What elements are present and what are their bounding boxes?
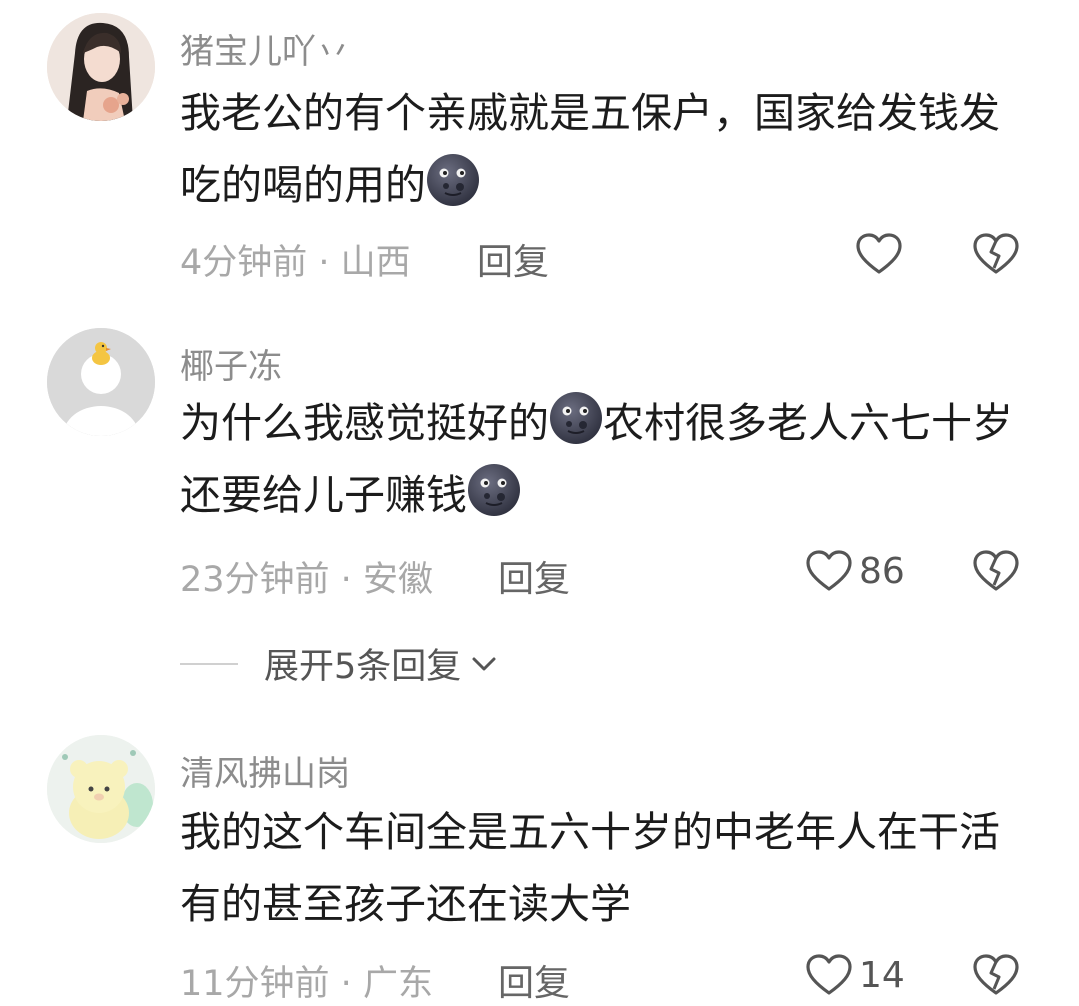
- comment-location: 山西: [340, 243, 411, 283]
- like-button[interactable]: [855, 232, 909, 276]
- comment-meta: 4分钟前 · 山西: [180, 234, 411, 285]
- dislike-button[interactable]: [972, 232, 1020, 280]
- comment-meta: 23分钟前 · 安徽: [180, 551, 433, 602]
- expand-replies-label: 展开5条回复: [264, 647, 462, 687]
- like-button[interactable]: 86: [805, 549, 905, 593]
- broken-heart-icon: [972, 549, 1020, 593]
- expand-divider: [180, 662, 238, 665]
- broken-heart-icon: [972, 232, 1020, 276]
- expand-replies-button[interactable]: 展开5条回复: [180, 638, 499, 689]
- comment-username[interactable]: 清风拂山岗: [180, 746, 350, 795]
- meta-separator: ·: [329, 964, 363, 1004]
- comment-username[interactable]: 猪宝儿吖丷: [180, 24, 350, 73]
- heart-outline-icon: [805, 953, 853, 997]
- meta-separator: ·: [307, 243, 341, 283]
- avatar[interactable]: [47, 328, 155, 436]
- reply-button[interactable]: 回复: [477, 233, 549, 285]
- broken-heart-icon: [972, 953, 1020, 997]
- comment-text-part: 我老公的有个亲戚就是五保户，国家给发钱发吃的喝的用的: [180, 89, 1000, 209]
- comment-meta: 11分钟前 · 广东: [180, 955, 433, 1006]
- reply-button[interactable]: 回复: [498, 954, 570, 1006]
- avatar[interactable]: [47, 735, 155, 843]
- new-moon-face-emoji: [467, 463, 521, 517]
- comment-text-part: 为什么我感觉挺好的: [180, 399, 549, 447]
- dislike-button[interactable]: [972, 549, 1020, 597]
- comment-time: 4分钟前: [180, 243, 308, 283]
- comment-text: 我的这个车间全是五六十岁的中老年人在干活 有的甚至孩子还在读大学: [180, 808, 1000, 928]
- comment-location: 安徽: [362, 560, 433, 600]
- comment-text: 为什么我感觉挺好的 农村很多老人六七十岁还要给儿子赚钱: [180, 387, 1020, 531]
- meta-separator: ·: [329, 560, 363, 600]
- like-count: 86: [859, 550, 905, 592]
- chevron-down-icon: [472, 657, 496, 670]
- comment-time: 23分钟前: [180, 560, 330, 600]
- dislike-button[interactable]: [972, 953, 1020, 1001]
- comment-text: 我老公的有个亲戚就是五保户，国家给发钱发吃的喝的用的: [180, 77, 1020, 221]
- new-moon-face-emoji: [549, 391, 603, 445]
- avatar[interactable]: [47, 13, 155, 121]
- comment-location: 广东: [362, 964, 433, 1004]
- comment-time: 11分钟前: [180, 964, 330, 1004]
- heart-outline-icon: [805, 549, 853, 593]
- like-count: 14: [859, 954, 905, 996]
- comment-username[interactable]: 椰子冻: [180, 339, 282, 388]
- reply-button[interactable]: 回复: [498, 550, 570, 602]
- new-moon-face-emoji: [426, 153, 480, 207]
- like-button[interactable]: 14: [805, 953, 905, 997]
- heart-outline-icon: [855, 232, 903, 276]
